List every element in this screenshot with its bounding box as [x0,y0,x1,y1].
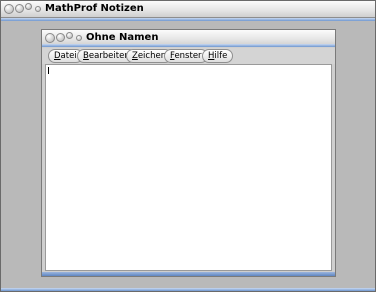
window-menu-icon[interactable] [35,6,41,12]
menu-hilfe[interactable]: Hilfe [202,49,234,63]
main-window-title-accent [1,18,375,21]
main-window-bottom-border [1,288,375,291]
document-window: Ohne Namen Datei Bearbeiten Zeichen Fens… [41,29,336,277]
document-title: Ohne Namen [86,32,159,43]
window-menu-icon[interactable] [76,35,82,41]
menu-bar: Datei Bearbeiten Zeichen Fenster Hilfe [42,48,335,64]
minimize-icon[interactable] [56,33,65,42]
text-caret [48,67,49,74]
close-icon[interactable] [45,33,55,43]
document-window-title-accent [42,44,335,47]
menu-fenster[interactable]: Fenster [164,49,208,63]
main-window: MathProf Notizen Ohne Namen Datei Bearbe… [0,0,376,292]
app-title: MathProf Notizen [45,3,144,14]
minimize-icon[interactable] [15,4,24,13]
maximize-icon[interactable] [66,32,73,39]
maximize-icon[interactable] [25,3,32,10]
text-editor[interactable] [45,64,332,271]
document-window-bottom-border [42,272,335,276]
main-window-titlebar[interactable]: MathProf Notizen [1,1,375,18]
close-icon[interactable] [4,4,14,14]
